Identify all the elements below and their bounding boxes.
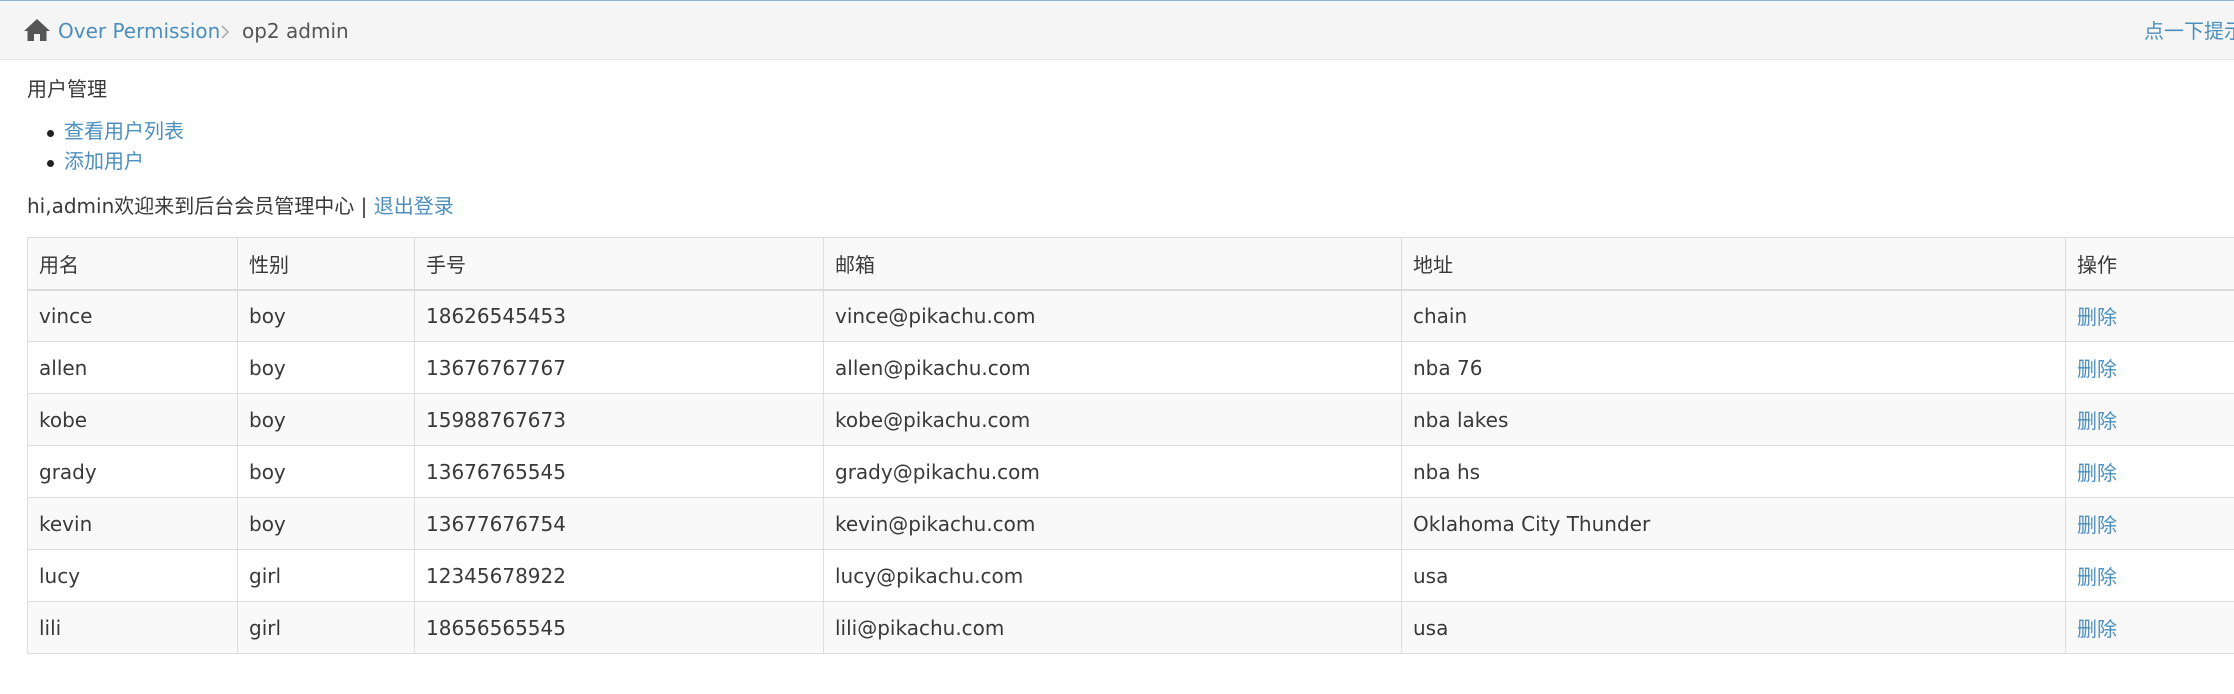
breadcrumb-bar: Over Permission op2 admin 点一下提示 — [0, 0, 2234, 60]
welcome-line: hi,admin欢迎来到后台会员管理中心 | 退出登录 — [27, 193, 454, 219]
cell-username: allen — [27, 341, 238, 394]
cell-phone: 12345678922 — [414, 549, 824, 602]
cell-email: lucy@pikachu.com — [823, 549, 1402, 602]
cell-gender: boy — [237, 289, 415, 342]
delete-link[interactable]: 删除 — [2077, 409, 2117, 433]
delete-link[interactable]: 删除 — [2077, 617, 2117, 641]
cell-address: Oklahoma City Thunder — [1401, 497, 2066, 550]
cell-username: lili — [27, 601, 238, 654]
cell-gender: girl — [237, 601, 415, 654]
cell-address: nba hs — [1401, 445, 2066, 498]
delete-link[interactable]: 删除 — [2077, 305, 2117, 329]
cell-username: grady — [27, 445, 238, 498]
table-header-row: 用名 性别 手号 邮箱 地址 操作 — [27, 237, 2234, 291]
cell-username: lucy — [27, 549, 238, 602]
cell-address: nba lakes — [1401, 393, 2066, 446]
cell-email: kobe@pikachu.com — [823, 393, 1402, 446]
column-header-gender: 性别 — [237, 237, 415, 291]
cell-address: usa — [1401, 601, 2066, 654]
cell-email: vince@pikachu.com — [823, 289, 1402, 342]
home-icon[interactable] — [23, 18, 51, 42]
cell-phone: 13677676754 — [414, 497, 824, 550]
delete-link[interactable]: 删除 — [2077, 513, 2117, 537]
column-header-email: 邮箱 — [823, 237, 1402, 291]
cell-username: kevin — [27, 497, 238, 550]
cell-action: 删除 — [2065, 341, 2234, 394]
cell-action: 删除 — [2065, 289, 2234, 342]
table-row: lili girl 18656565545 lili@pikachu.com u… — [27, 601, 2234, 654]
user-list-link[interactable]: 查看用户列表 — [64, 119, 184, 143]
delete-link[interactable]: 删除 — [2077, 357, 2117, 381]
user-table: 用名 性别 手号 邮箱 地址 操作 vince boy 18626545453 … — [27, 237, 2234, 654]
cell-action: 删除 — [2065, 601, 2234, 654]
cell-address: chain — [1401, 289, 2066, 342]
user-menu: 查看用户列表 添加用户 — [27, 118, 184, 178]
cell-phone: 15988767673 — [414, 393, 824, 446]
cell-username: vince — [27, 289, 238, 342]
column-header-username: 用名 — [27, 237, 238, 291]
cell-phone: 18626545453 — [414, 289, 824, 342]
delete-link[interactable]: 删除 — [2077, 461, 2117, 485]
table-row: lucy girl 12345678922 lucy@pikachu.com u… — [27, 549, 2234, 602]
welcome-text: hi,admin欢迎来到后台会员管理中心 | — [27, 194, 374, 218]
cell-gender: boy — [237, 341, 415, 394]
column-header-phone: 手号 — [414, 237, 824, 291]
add-user-link[interactable]: 添加用户 — [64, 149, 144, 173]
hint-link[interactable]: 点一下提示 — [2144, 19, 2234, 43]
breadcrumb-link-over-permission[interactable]: Over Permission — [58, 19, 220, 43]
table-row: kobe boy 15988767673 kobe@pikachu.com nb… — [27, 393, 2234, 446]
cell-phone: 18656565545 — [414, 601, 824, 654]
table-row: vince boy 18626545453 vince@pikachu.com … — [27, 289, 2234, 342]
cell-gender: girl — [237, 549, 415, 602]
cell-email: allen@pikachu.com — [823, 341, 1402, 394]
cell-username: kobe — [27, 393, 238, 446]
cell-phone: 13676767767 — [414, 341, 824, 394]
breadcrumb-current: op2 admin — [242, 19, 349, 43]
cell-gender: boy — [237, 445, 415, 498]
bullet-icon — [47, 130, 54, 137]
menu-item-user-list: 查看用户列表 — [27, 118, 184, 148]
column-header-address: 地址 — [1401, 237, 2066, 291]
chevron-right-icon — [221, 25, 230, 39]
cell-email: kevin@pikachu.com — [823, 497, 1402, 550]
cell-gender: boy — [237, 497, 415, 550]
logout-link[interactable]: 退出登录 — [374, 194, 454, 218]
cell-action: 删除 — [2065, 445, 2234, 498]
delete-link[interactable]: 删除 — [2077, 565, 2117, 589]
cell-gender: boy — [237, 393, 415, 446]
cell-email: lili@pikachu.com — [823, 601, 1402, 654]
section-title: 用户管理 — [27, 77, 107, 101]
column-header-action: 操作 — [2065, 237, 2234, 291]
table-row: kevin boy 13677676754 kevin@pikachu.com … — [27, 497, 2234, 550]
cell-action: 删除 — [2065, 549, 2234, 602]
table-row: grady boy 13676765545 grady@pikachu.com … — [27, 445, 2234, 498]
table-row: allen boy 13676767767 allen@pikachu.com … — [27, 341, 2234, 394]
cell-address: nba 76 — [1401, 341, 2066, 394]
cell-action: 删除 — [2065, 497, 2234, 550]
bullet-icon — [47, 160, 54, 167]
cell-address: usa — [1401, 549, 2066, 602]
cell-email: grady@pikachu.com — [823, 445, 1402, 498]
cell-phone: 13676765545 — [414, 445, 824, 498]
cell-action: 删除 — [2065, 393, 2234, 446]
menu-item-add-user: 添加用户 — [27, 148, 184, 178]
